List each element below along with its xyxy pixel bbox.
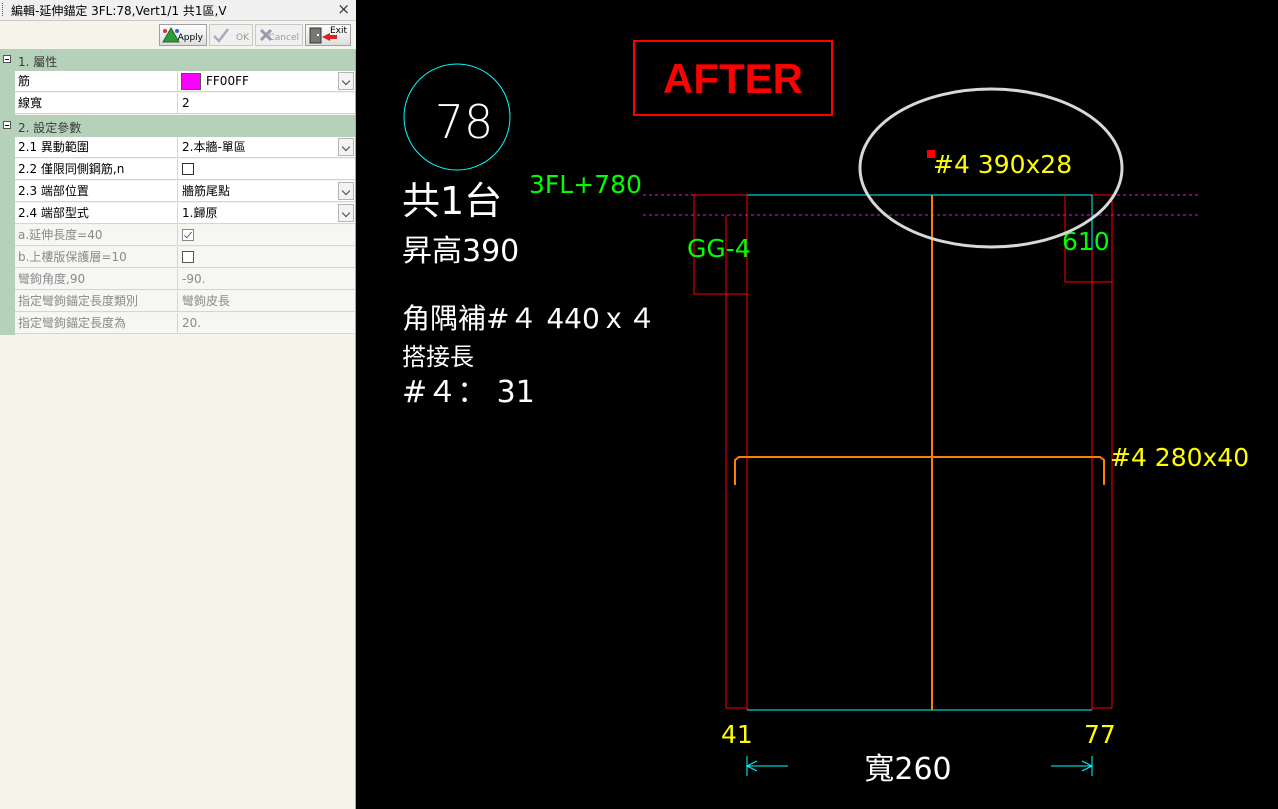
hook-type-field: 彎鉤皮長 bbox=[178, 291, 355, 312]
end-position-select[interactable]: 牆筋尾點 bbox=[178, 181, 355, 202]
category-settings[interactable]: 2. 設定參數 bbox=[0, 115, 355, 137]
dropdown-arrow-icon[interactable] bbox=[338, 72, 354, 90]
range-select[interactable]: 2.本牆-單區 bbox=[178, 137, 355, 158]
property-grid: 1. 屬性 筋 FF00FF 線寬 2 2. 設定參數 2.1 異動範圍 2.本… bbox=[0, 49, 355, 335]
ok-button[interactable]: OK bbox=[209, 24, 253, 46]
same-side-field[interactable] bbox=[178, 159, 355, 180]
prop-name: 筋 bbox=[15, 71, 178, 92]
prop-row-same-side[interactable]: 2.2 僅限同側鋼筋,n bbox=[0, 159, 355, 181]
stirrup-label: #4 280x40 bbox=[1110, 443, 1249, 472]
apply-label: Apply bbox=[177, 33, 203, 43]
hook-angle-field: -90. bbox=[178, 269, 355, 290]
horizontal-stirrup[interactable] bbox=[734, 456, 1105, 485]
collapse-icon[interactable] bbox=[3, 55, 11, 63]
prop-row-extension: a.延伸長度=40 bbox=[0, 225, 355, 247]
dropdown-arrow-icon[interactable] bbox=[338, 182, 354, 200]
cad-canvas[interactable]: AFTER 78 共1台 昇高390 角隅補#４ 440ｘ４ 搭接長 #４： 3… bbox=[360, 0, 1278, 809]
panel-title: 編輯-延伸錨定 3FL:78,Vert1/1 共1區,V bbox=[11, 4, 227, 18]
prop-row-rebar[interactable]: 筋 FF00FF bbox=[0, 71, 355, 93]
rise-label: 昇高390 bbox=[402, 234, 519, 269]
property-panel: 編輯-延伸錨定 3FL:78,Vert1/1 共1區,V × Apply OK … bbox=[0, 0, 356, 809]
after-label: AFTER bbox=[663, 55, 803, 102]
prop-row-range[interactable]: 2.1 異動範圍 2.本牆-單區 bbox=[0, 137, 355, 159]
prop-name: a.延伸長度=40 bbox=[15, 225, 178, 246]
prop-name: 指定彎鉤錨定長度類別 bbox=[15, 291, 178, 312]
prop-row-end-type[interactable]: 2.4 端部型式 1.歸原 bbox=[0, 203, 355, 225]
apply-button[interactable]: Apply bbox=[159, 24, 207, 46]
linewidth-field[interactable]: 2 bbox=[178, 93, 355, 114]
prop-name: b.上樓版保護層=10 bbox=[15, 247, 178, 268]
prop-row-linewidth[interactable]: 線寬 2 bbox=[0, 93, 355, 115]
prop-name: 線寬 bbox=[15, 93, 178, 114]
ok-label: OK bbox=[236, 33, 249, 43]
prop-row-end-position[interactable]: 2.3 端部位置 牆筋尾點 bbox=[0, 181, 355, 203]
prop-row-cover: b.上樓版保護層=10 bbox=[0, 247, 355, 269]
dropdown-arrow-icon[interactable] bbox=[338, 204, 354, 222]
end-position-value: 牆筋尾點 bbox=[182, 184, 231, 198]
cad-drawing[interactable]: AFTER 78 共1台 昇高390 角隅補#４ 440ｘ４ 搭接長 #４： 3… bbox=[360, 0, 1278, 809]
prop-name: 2.3 端部位置 bbox=[15, 181, 178, 202]
end-type-select[interactable]: 1.歸原 bbox=[178, 203, 355, 224]
panel-title-bar[interactable]: 編輯-延伸錨定 3FL:78,Vert1/1 共1區,V × bbox=[0, 0, 356, 21]
check-icon bbox=[213, 28, 229, 43]
extension-checkbox bbox=[182, 229, 194, 241]
prop-row-hook-angle: 彎鉤角度,90 -90. bbox=[0, 269, 355, 291]
wall-outline bbox=[693, 194, 1113, 710]
prop-name: 彎鉤角度,90 bbox=[15, 269, 178, 290]
cover-checkbox bbox=[182, 251, 194, 263]
lap-title: 搭接長 bbox=[402, 343, 474, 371]
top-bar-label: #4 390x28 bbox=[933, 150, 1072, 179]
exit-button[interactable]: Exit bbox=[305, 24, 351, 46]
prop-name: 2.2 僅限同側鋼筋,n bbox=[15, 159, 178, 180]
prop-name: 指定彎鉤錨定長度為 bbox=[15, 313, 178, 334]
hook-length-field: 20. bbox=[178, 313, 355, 334]
cover-field bbox=[178, 247, 355, 268]
width-label: 寬260 bbox=[864, 752, 951, 787]
category-label: 2. 設定參數 bbox=[18, 121, 82, 135]
cancel-button[interactable]: Cancel bbox=[255, 24, 303, 46]
dropdown-arrow-icon[interactable] bbox=[338, 138, 354, 156]
prop-name: 2.1 異動範圍 bbox=[15, 137, 178, 158]
prop-row-hook-type: 指定彎鉤錨定長度類別 彎鉤皮長 bbox=[0, 291, 355, 313]
circle-number: 78 bbox=[435, 95, 494, 149]
collapse-icon[interactable] bbox=[3, 121, 11, 129]
color-value: FF00FF bbox=[206, 74, 249, 88]
corner-label: 角隅補#４ 440ｘ４ bbox=[402, 302, 656, 335]
cancel-label: Cancel bbox=[268, 33, 300, 43]
category-attributes[interactable]: 1. 屬性 bbox=[0, 49, 355, 71]
color-swatch bbox=[181, 73, 201, 90]
range-value: 2.本牆-單區 bbox=[182, 140, 246, 154]
extension-field bbox=[178, 225, 355, 246]
lap-value: #４： 31 bbox=[402, 375, 535, 410]
beam-label: GG-4 bbox=[687, 234, 751, 263]
floor-label: 3FL+780 bbox=[529, 170, 642, 199]
count-label: 共1台 bbox=[402, 179, 502, 223]
left-dim-label: 41 bbox=[721, 720, 753, 749]
right-dim-label: 77 bbox=[1084, 720, 1116, 749]
exit-label: Exit bbox=[329, 26, 347, 36]
color-field[interactable]: FF00FF bbox=[178, 71, 355, 92]
drag-grip-icon[interactable] bbox=[2, 3, 6, 16]
prop-name: 2.4 端部型式 bbox=[15, 203, 178, 224]
close-button[interactable]: × bbox=[337, 0, 350, 18]
panel-toolbar: Apply OK Cancel Exit bbox=[0, 21, 356, 50]
end-type-value: 1.歸原 bbox=[182, 206, 218, 220]
category-label: 1. 屬性 bbox=[18, 55, 58, 69]
prop-row-hook-length: 指定彎鉤錨定長度為 20. bbox=[0, 313, 355, 335]
same-side-checkbox[interactable] bbox=[182, 163, 194, 175]
